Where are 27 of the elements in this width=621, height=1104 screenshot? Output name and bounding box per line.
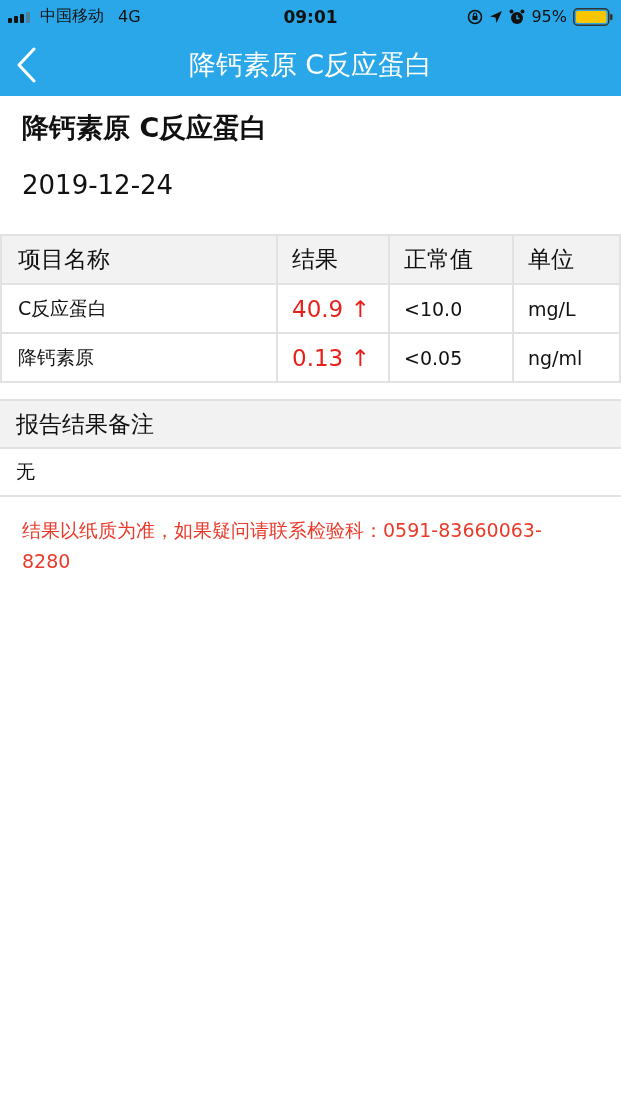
carrier-label: 中国移动 [40, 6, 104, 27]
report-date: 2019-12-24 [21, 169, 175, 202]
table-cell: <10.0 [390, 285, 514, 332]
column-header: 单位 [514, 236, 621, 283]
alarm-icon [509, 8, 526, 25]
column-header: 正常值 [390, 236, 514, 283]
table-cell: <0.05 [390, 334, 514, 381]
table-cell: C反应蛋白 [0, 285, 278, 332]
table-cell: 降钙素原 [0, 334, 278, 381]
table-cell: ng/ml [514, 334, 621, 381]
location-icon [489, 9, 504, 24]
network-label: 4G [118, 7, 141, 26]
battery-percent: 95% [531, 7, 567, 26]
report-title: 降钙素原 C反应蛋白 [21, 111, 269, 145]
table-cell: mg/L [514, 285, 621, 332]
result-cell: 40.9 ↑ [278, 285, 390, 332]
battery-icon [573, 7, 613, 26]
contact-note: 结果以纸质为准，如果疑问请联系检验科：0591-83660063-8280 [22, 518, 543, 574]
nav-title: 降钙素原 C反应蛋白 [188, 47, 433, 82]
column-header: 结果 [278, 236, 390, 283]
column-header: 项目名称 [0, 236, 278, 283]
back-chevron-icon [16, 46, 36, 83]
clock-time: 09:01 [283, 6, 338, 27]
result-cell: 0.13 ↑ [278, 334, 390, 381]
remarks-text: 无 [0, 449, 621, 497]
rotation-lock-icon [467, 8, 484, 25]
remarks-heading: 报告结果备注 [0, 401, 621, 449]
